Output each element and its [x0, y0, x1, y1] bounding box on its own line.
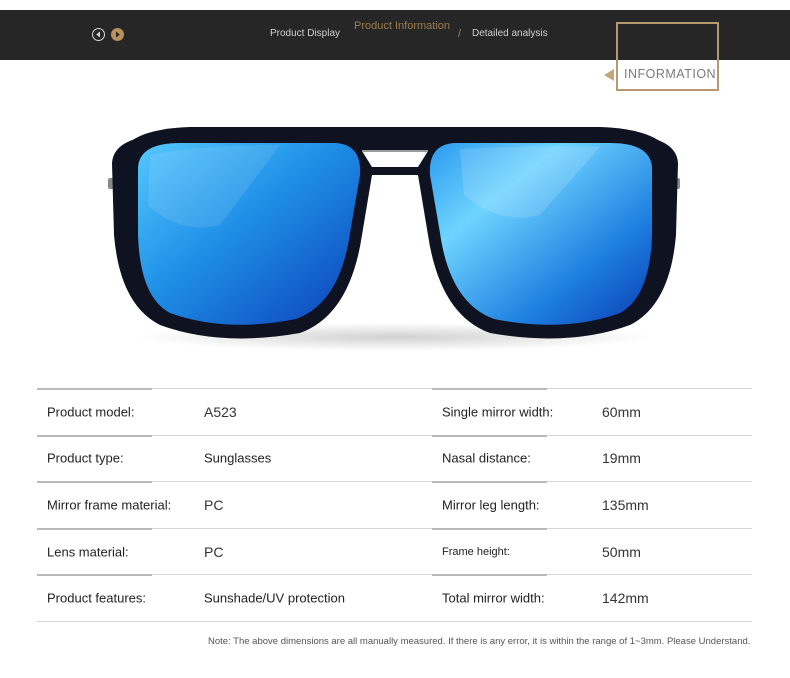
spec-value: 142mm: [602, 590, 649, 607]
row-accent: [37, 574, 152, 577]
row-accent: [37, 434, 152, 437]
spec-value: 50mm: [602, 543, 641, 560]
table-row: Lens material: PC Frame height: 50mm: [37, 527, 752, 576]
spec-value: Sunglasses: [204, 450, 272, 466]
spec-label: Lens material:: [47, 544, 129, 560]
row-accent: [432, 434, 547, 437]
row-accent: [432, 481, 547, 484]
row-accent: [432, 527, 547, 530]
spec-label: Mirror leg length:: [442, 497, 540, 513]
spec-value: 60mm: [602, 403, 641, 420]
spec-label: Product features:: [47, 590, 146, 606]
table-row: Product model: A523 Single mirror width:…: [37, 388, 752, 436]
spec-value: A523: [204, 403, 237, 420]
spec-label: Frame height:: [442, 545, 510, 558]
row-accent: [37, 527, 152, 530]
spec-label: Single mirror width:: [442, 404, 554, 420]
measurement-note: Note: The above dimensions are all manua…: [208, 636, 751, 647]
spec-label: Total mirror width:: [442, 590, 545, 606]
row-accent: [37, 388, 152, 390]
spec-table: Product model: A523 Single mirror width:…: [37, 388, 752, 622]
row-accent: [432, 388, 547, 390]
prev-arrow-icon[interactable]: [92, 28, 105, 41]
spec-value: 135mm: [602, 496, 649, 513]
table-row: Mirror frame material: PC Mirror leg len…: [37, 481, 752, 529]
spec-value: 19mm: [602, 450, 641, 467]
spec-label: Product type:: [47, 450, 124, 466]
spec-value: Sunshade/UV protection: [204, 590, 345, 606]
row-accent: [37, 481, 152, 484]
tab-product-display[interactable]: Product Display: [270, 28, 340, 39]
spec-value: PC: [204, 496, 224, 513]
table-row: Product features: Sunshade/UV protection…: [37, 574, 752, 622]
badge-pointer-icon: [604, 69, 614, 81]
spec-label: Mirror frame material:: [47, 497, 172, 513]
tab-separator: /: [458, 28, 462, 40]
table-row: Product type: Sunglasses Nasal distance:…: [37, 434, 752, 483]
tab-product-information[interactable]: Product Information: [354, 20, 450, 32]
nav-controls: [92, 28, 124, 41]
spec-value: PC: [204, 543, 224, 560]
sunglasses-image: [108, 127, 680, 351]
information-badge: INFORMATION: [624, 67, 717, 81]
spec-label: Nasal distance:: [442, 450, 531, 466]
next-arrow-icon[interactable]: [111, 28, 124, 41]
row-accent: [432, 574, 547, 577]
spec-label: Product model:: [47, 404, 135, 420]
tab-detailed-analysis[interactable]: Detailed analysis: [472, 28, 548, 39]
